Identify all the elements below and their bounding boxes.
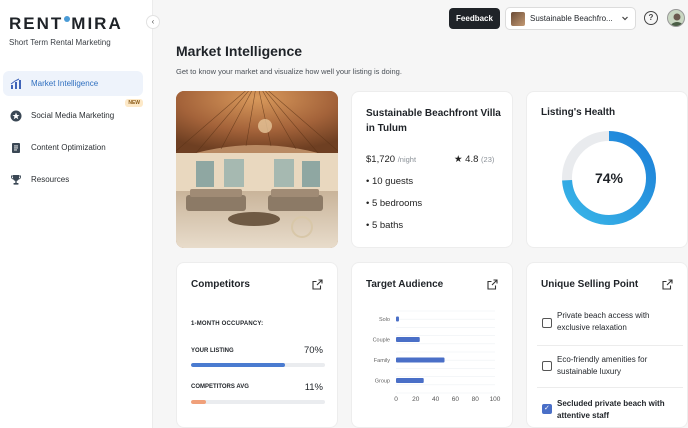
collapse-sidebar-button[interactable]: ‹ bbox=[146, 15, 160, 29]
usp-item-text: Secluded private beach with attentive st… bbox=[557, 399, 665, 420]
sidebar-item-social-media-marketing[interactable]: Social Media Marketing NEW bbox=[3, 99, 143, 128]
listing-photo bbox=[176, 91, 338, 248]
sidebar-item-label: Social Media Marketing bbox=[31, 111, 115, 120]
listing-price: $1,720 /night bbox=[366, 154, 416, 165]
chart-bar bbox=[396, 316, 399, 322]
target-audience-card: Target Audience Solo Couple Family Group 0 20… bbox=[351, 262, 513, 428]
price-unit: /night bbox=[397, 155, 417, 164]
listing-health-card: Listing's Health 74% bbox=[526, 91, 688, 248]
category-label: Solo bbox=[379, 317, 390, 323]
avatar[interactable] bbox=[667, 9, 685, 27]
sidebar-item-label: Market Intelligence bbox=[31, 79, 99, 88]
chart-bar bbox=[396, 378, 424, 383]
external-link-icon[interactable] bbox=[487, 279, 498, 290]
usp-checkbox[interactable] bbox=[542, 318, 552, 328]
competitors-avg-bar bbox=[191, 400, 325, 404]
new-badge: NEW bbox=[125, 99, 143, 107]
x-tick-label: 80 bbox=[472, 396, 480, 403]
rating-count: (23) bbox=[481, 155, 495, 164]
price-value: $1,720 bbox=[366, 154, 396, 165]
x-tick-label: 40 bbox=[432, 396, 440, 403]
sidebar-item-label: Content Optimization bbox=[31, 143, 106, 152]
competitors-avg-value: 11% bbox=[304, 382, 323, 393]
trophy-icon bbox=[10, 174, 22, 186]
listing-thumbnail bbox=[511, 11, 525, 26]
page-subtitle: Get to know your market and visualize ho… bbox=[176, 67, 402, 76]
help-icon[interactable]: ? bbox=[644, 11, 658, 25]
usp-divider bbox=[537, 387, 683, 388]
sidebar-item-resources[interactable]: Resources bbox=[3, 167, 143, 192]
document-icon bbox=[10, 142, 22, 154]
listing-detail-bedrooms: • 5 bedrooms bbox=[366, 198, 423, 209]
target-audience-chart: Solo Couple Family Group 0 20 40 60 80 100 bbox=[373, 310, 501, 403]
usp-checkbox[interactable] bbox=[542, 404, 552, 414]
competitors-avg-label: COMPETITORS AVG bbox=[191, 384, 249, 390]
health-value: 74% bbox=[594, 170, 624, 186]
sidebar-item-content-optimization[interactable]: Content Optimization bbox=[3, 135, 143, 160]
listing-name: Sustainable Beachfront Villa in Tulum bbox=[366, 108, 501, 134]
x-tick-label: 0 bbox=[394, 396, 398, 403]
listing-selector[interactable]: Sustainable Beachfro... bbox=[505, 7, 636, 30]
logo-dot bbox=[64, 16, 71, 23]
category-label: Group bbox=[375, 379, 390, 385]
listing-rating: ★ 4.8 (23) bbox=[454, 154, 494, 165]
competitors-avg-bar-fill bbox=[191, 400, 206, 404]
listing-health-title: Listing's Health bbox=[541, 107, 616, 118]
your-listing-label: YOUR LISTING bbox=[191, 348, 234, 354]
star-icon bbox=[10, 110, 22, 122]
x-tick-label: 20 bbox=[412, 396, 420, 403]
rating-value: 4.8 bbox=[465, 154, 479, 165]
x-tick-label: 60 bbox=[452, 396, 460, 403]
external-link-icon[interactable] bbox=[662, 279, 673, 290]
occupancy-label: 1-MONTH OCCUPANCY: bbox=[191, 321, 264, 327]
usp-item-text: Private beach access with exclusive rela… bbox=[557, 311, 650, 332]
chevron-down-icon bbox=[621, 14, 629, 24]
listing-detail-baths: • 5 baths bbox=[366, 220, 404, 231]
sidebar-item-market-intelligence[interactable]: Market Intelligence bbox=[3, 71, 143, 96]
sidebar-item-label: Resources bbox=[31, 175, 70, 184]
your-listing-bar-fill bbox=[191, 363, 285, 367]
usp-divider bbox=[537, 345, 683, 346]
your-listing-value: 70% bbox=[303, 345, 323, 356]
category-label: Family bbox=[374, 358, 390, 364]
usp-item-text: Eco-friendly amenities for sustainable l… bbox=[557, 355, 648, 376]
brand-logo[interactable]: RENT MIRA bbox=[9, 14, 123, 34]
listing-detail-guests: • 10 guests bbox=[366, 176, 414, 187]
unique-selling-point-title: Unique Selling Point bbox=[541, 279, 639, 290]
your-listing-bar bbox=[191, 363, 325, 367]
external-link-icon[interactable] bbox=[312, 279, 323, 290]
page-title: Market Intelligence bbox=[176, 43, 303, 59]
x-tick-label: 100 bbox=[490, 396, 501, 403]
target-audience-title: Target Audience bbox=[366, 279, 444, 290]
unique-selling-point-card: Unique Selling Point Private beach acces… bbox=[526, 262, 688, 428]
listing-card: Sustainable Beachfront Villa in Tulum $1… bbox=[351, 91, 513, 248]
chart-bar bbox=[396, 357, 445, 363]
listing-selector-value: Sustainable Beachfro... bbox=[530, 14, 613, 23]
competitors-card: Competitors 1-MONTH OCCUPANCY: YOUR LIST… bbox=[176, 262, 338, 428]
feedback-button[interactable]: Feedback bbox=[449, 8, 500, 29]
usp-checkbox[interactable] bbox=[542, 361, 552, 371]
category-label: Couple bbox=[373, 338, 390, 344]
chart-icon bbox=[10, 78, 22, 90]
star-icon: ★ bbox=[454, 154, 463, 165]
competitors-title: Competitors bbox=[191, 279, 250, 290]
chart-bar bbox=[396, 337, 420, 342]
brand-tagline: Short Term Rental Marketing bbox=[9, 38, 111, 47]
sidebar: RENT MIRA Short Term Rental Marketing Mar… bbox=[0, 0, 153, 428]
